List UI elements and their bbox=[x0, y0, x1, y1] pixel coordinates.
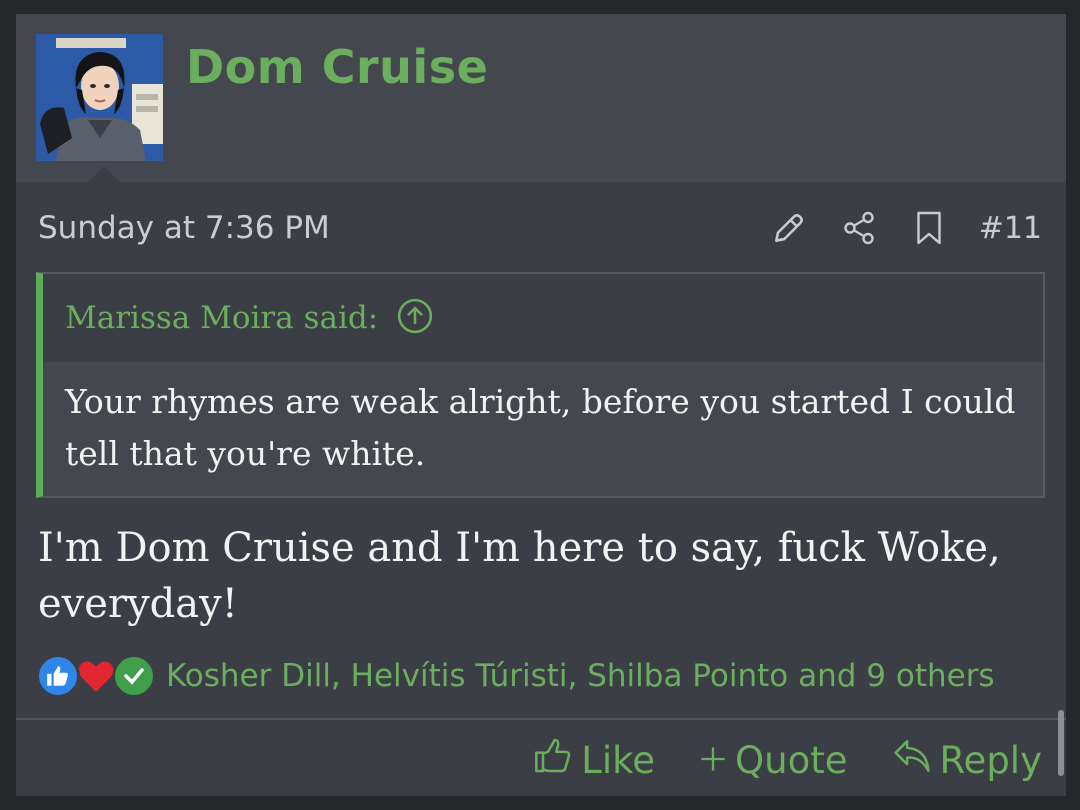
edit-icon[interactable] bbox=[769, 208, 809, 248]
avatar[interactable] bbox=[36, 34, 163, 161]
scrollbar[interactable] bbox=[1058, 710, 1064, 776]
post-tools: #11 bbox=[769, 204, 1042, 252]
quote-button[interactable]: Quote bbox=[699, 738, 848, 782]
header-pointer bbox=[88, 166, 120, 182]
username[interactable]: Dom Cruise bbox=[186, 40, 488, 95]
bookmark-icon[interactable] bbox=[909, 208, 949, 248]
arrow-up-circle-icon[interactable] bbox=[396, 297, 434, 339]
reply-label: Reply bbox=[939, 738, 1042, 782]
quote-block: Marissa Moira said: Your rhymes are weak… bbox=[36, 272, 1045, 498]
quote-text: Your rhymes are weak alright, before you… bbox=[43, 362, 1043, 496]
heart-reaction-icon bbox=[74, 654, 118, 698]
post-actions: Like Quote Reply bbox=[533, 732, 1042, 788]
reaction-users[interactable]: Kosher Dill, Helvítis Túristi, Shilba Po… bbox=[166, 658, 995, 694]
check-reaction-icon bbox=[112, 654, 156, 698]
thumbs-up-icon bbox=[533, 736, 573, 785]
reactions-bar[interactable]: Kosher Dill, Helvítis Túristi, Shilba Po… bbox=[36, 652, 995, 700]
share-icon[interactable] bbox=[839, 208, 879, 248]
post-timestamp[interactable]: Sunday at 7:36 PM bbox=[38, 210, 330, 247]
quote-label: Quote bbox=[735, 738, 848, 782]
post-message: I'm Dom Cruise and I'm here to say, fuck… bbox=[38, 525, 1001, 627]
reaction-icons bbox=[36, 652, 162, 700]
like-button[interactable]: Like bbox=[533, 736, 655, 785]
quote-author[interactable]: Marissa Moira said: bbox=[65, 300, 378, 336]
footer-divider bbox=[16, 718, 1066, 720]
post-number[interactable]: #11 bbox=[979, 211, 1042, 246]
like-label: Like bbox=[581, 738, 656, 782]
like-reaction-icon bbox=[36, 654, 80, 698]
reply-arrow-icon bbox=[892, 738, 932, 783]
post-card: Dom Cruise Sunday at 7:36 PM #11 Marissa… bbox=[16, 14, 1066, 796]
reply-button[interactable]: Reply bbox=[892, 738, 1042, 783]
post-header: Dom Cruise bbox=[16, 14, 1066, 182]
quote-header: Marissa Moira said: bbox=[43, 274, 1043, 362]
avatar-image bbox=[36, 34, 163, 161]
plus-icon bbox=[699, 739, 727, 782]
